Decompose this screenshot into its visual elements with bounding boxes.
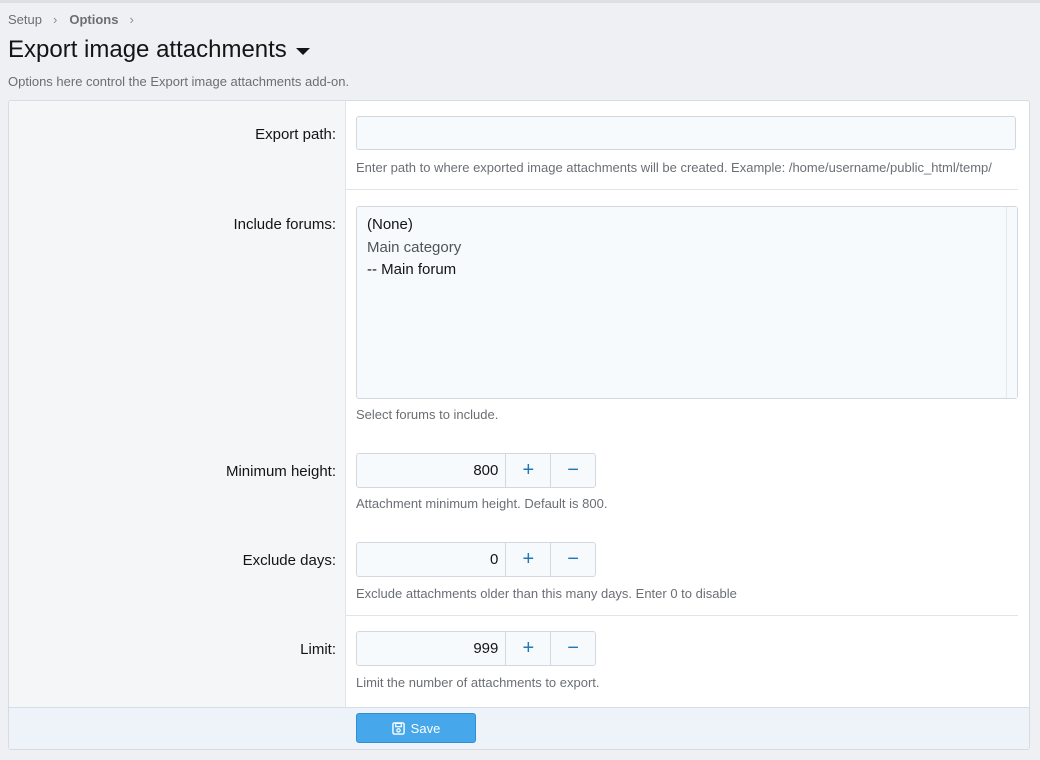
caret-down-icon[interactable]	[295, 47, 310, 55]
exclude-days-hint: Exclude attachments older than this many…	[356, 586, 737, 601]
limit-decrement-button[interactable]: −	[551, 632, 595, 665]
export-path-input[interactable]	[356, 116, 1016, 150]
title-row: Export image attachments	[8, 36, 310, 64]
exclude-days-stepper: 0 + −	[356, 542, 596, 577]
row-divider	[346, 189, 1018, 190]
select-scrollbar[interactable]	[1006, 207, 1017, 398]
minimum-height-stepper: 800 + −	[356, 453, 596, 488]
page-title: Export image attachments	[8, 36, 287, 63]
limit-label: Limit:	[300, 641, 336, 658]
forum-option-main-forum[interactable]: -- Main forum	[367, 261, 456, 278]
forum-option-main-category: Main category	[367, 239, 462, 256]
breadcrumb-options[interactable]: Options	[69, 12, 118, 27]
forum-option-none[interactable]: (None)	[367, 216, 413, 233]
top-shade	[0, 0, 1040, 3]
save-icon	[391, 721, 405, 735]
minimum-height-hint: Attachment minimum height. Default is 80…	[356, 496, 608, 511]
include-forums-select[interactable]: (None) Main category -- Main forum	[356, 206, 1018, 399]
form-footer: Save	[9, 707, 1029, 749]
exclude-days-input[interactable]: 0	[357, 543, 507, 576]
page-description: Options here control the Export image at…	[8, 74, 350, 89]
chevron-right-icon: ›	[129, 12, 134, 27]
exclude-days-decrement-button[interactable]: −	[551, 543, 595, 576]
exclude-days-increment-button[interactable]: +	[506, 543, 552, 576]
options-form: Export path: Enter path to where exporte…	[8, 100, 1030, 750]
limit-stepper: 999 + −	[356, 631, 596, 666]
export-path-hint: Enter path to where exported image attac…	[356, 160, 992, 175]
breadcrumb-setup[interactable]: Setup	[8, 12, 42, 27]
minimum-height-input[interactable]: 800	[357, 454, 507, 487]
save-button[interactable]: Save	[356, 713, 476, 743]
limit-input[interactable]: 999	[357, 632, 507, 665]
include-forums-hint: Select forums to include.	[356, 407, 499, 422]
exclude-days-label: Exclude days:	[242, 552, 336, 569]
minimum-height-increment-button[interactable]: +	[506, 454, 552, 487]
export-path-label: Export path:	[255, 126, 336, 143]
label-column	[9, 101, 346, 707]
save-button-label: Save	[410, 720, 441, 736]
minimum-height-decrement-button[interactable]: −	[551, 454, 595, 487]
minimum-height-label: Minimum height:	[225, 463, 336, 480]
limit-hint: Limit the number of attachments to expor…	[356, 675, 600, 690]
row-divider	[346, 615, 1018, 616]
chevron-right-icon: ›	[52, 12, 58, 27]
limit-increment-button[interactable]: +	[506, 632, 552, 665]
breadcrumb: Setup › Options ›	[8, 12, 146, 27]
include-forums-label: Include forums:	[233, 216, 336, 233]
